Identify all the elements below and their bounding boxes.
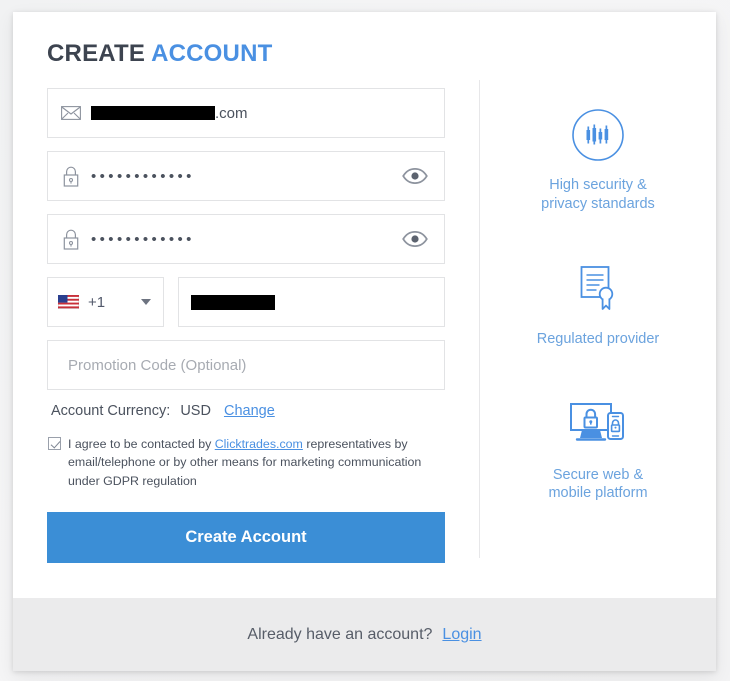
candlestick-chart-circle-icon <box>541 107 655 163</box>
eye-icon[interactable] <box>402 168 428 184</box>
lock-icon <box>60 165 82 187</box>
phone-row: +1 <box>47 277 445 327</box>
page-title-second: ACCOUNT <box>151 40 273 67</box>
certificate-seal-icon <box>537 261 660 317</box>
feature-label: Regulated provider <box>536 331 660 348</box>
monitor-mobile-lock-icon <box>548 397 647 453</box>
clicktrades-link[interactable]: Clicktrades.com <box>215 437 303 451</box>
email-redaction-bar <box>91 105 215 120</box>
create-account-button[interactable]: Create Account <box>47 512 445 564</box>
consent-text-before: I agree to be contacted by <box>68 437 215 451</box>
password-masked-value: •••••••••••• <box>91 167 195 185</box>
eye-icon[interactable] <box>402 231 428 247</box>
feature-secure-platform: Secure web & mobile platform <box>548 397 648 503</box>
password-field[interactable]: •••••••••••• <box>47 151 445 201</box>
card-body: CREATE ACCOUNT .com •••••••••••• •••••••… <box>13 12 716 598</box>
lock-icon <box>60 228 82 250</box>
login-link[interactable]: Login <box>442 626 481 644</box>
phone-redaction-bar <box>191 294 275 310</box>
feature-regulated-provider: Regulated provider <box>536 261 660 349</box>
already-have-account-text: Already have an account? <box>247 625 433 643</box>
dial-code-value: +1 <box>88 293 106 311</box>
change-currency-link[interactable]: Change <box>224 403 275 419</box>
features-pane: High security & privacy standards Regulat… <box>480 12 716 598</box>
chevron-down-icon <box>141 299 151 305</box>
confirm-password-masked-value: •••••••••••• <box>91 230 195 248</box>
email-field[interactable]: .com <box>47 88 445 138</box>
promotion-code-field[interactable]: Promotion Code (Optional) <box>47 340 445 390</box>
country-code-select[interactable]: +1 <box>47 277 164 327</box>
account-currency-row: Account Currency: USD Change <box>51 403 445 419</box>
page-title: CREATE ACCOUNT <box>47 40 455 68</box>
marketing-consent-row: I agree to be contacted by Clicktrades.c… <box>48 435 445 490</box>
us-flag-icon <box>57 294 80 310</box>
account-currency-value: USD <box>180 403 211 419</box>
feature-label: High security & privacy standards <box>541 177 655 212</box>
feature-label: Secure web & mobile platform <box>548 466 648 502</box>
envelope-icon <box>60 102 82 124</box>
email-visible-suffix: .com <box>215 104 248 122</box>
feature-high-security: High security & privacy standards <box>541 107 655 213</box>
page-title-first: CREATE <box>47 40 146 67</box>
account-currency-label: Account Currency: <box>51 403 171 419</box>
registration-form-pane: CREATE ACCOUNT .com •••••••••••• •••••••… <box>13 12 479 598</box>
confirm-password-field[interactable]: •••••••••••• <box>47 214 445 264</box>
signup-page: CREATE ACCOUNT .com •••••••••••• •••••••… <box>0 0 730 681</box>
login-footer: Already have an account? Login <box>13 598 716 671</box>
promotion-code-placeholder: Promotion Code (Optional) <box>68 356 247 374</box>
email-value: .com <box>91 105 248 122</box>
marketing-consent-text: I agree to be contacted by Clicktrades.c… <box>68 435 445 490</box>
signup-card: CREATE ACCOUNT .com •••••••••••• •••••••… <box>13 12 716 671</box>
phone-number-field[interactable] <box>178 277 445 327</box>
marketing-consent-checkbox[interactable] <box>48 437 61 450</box>
